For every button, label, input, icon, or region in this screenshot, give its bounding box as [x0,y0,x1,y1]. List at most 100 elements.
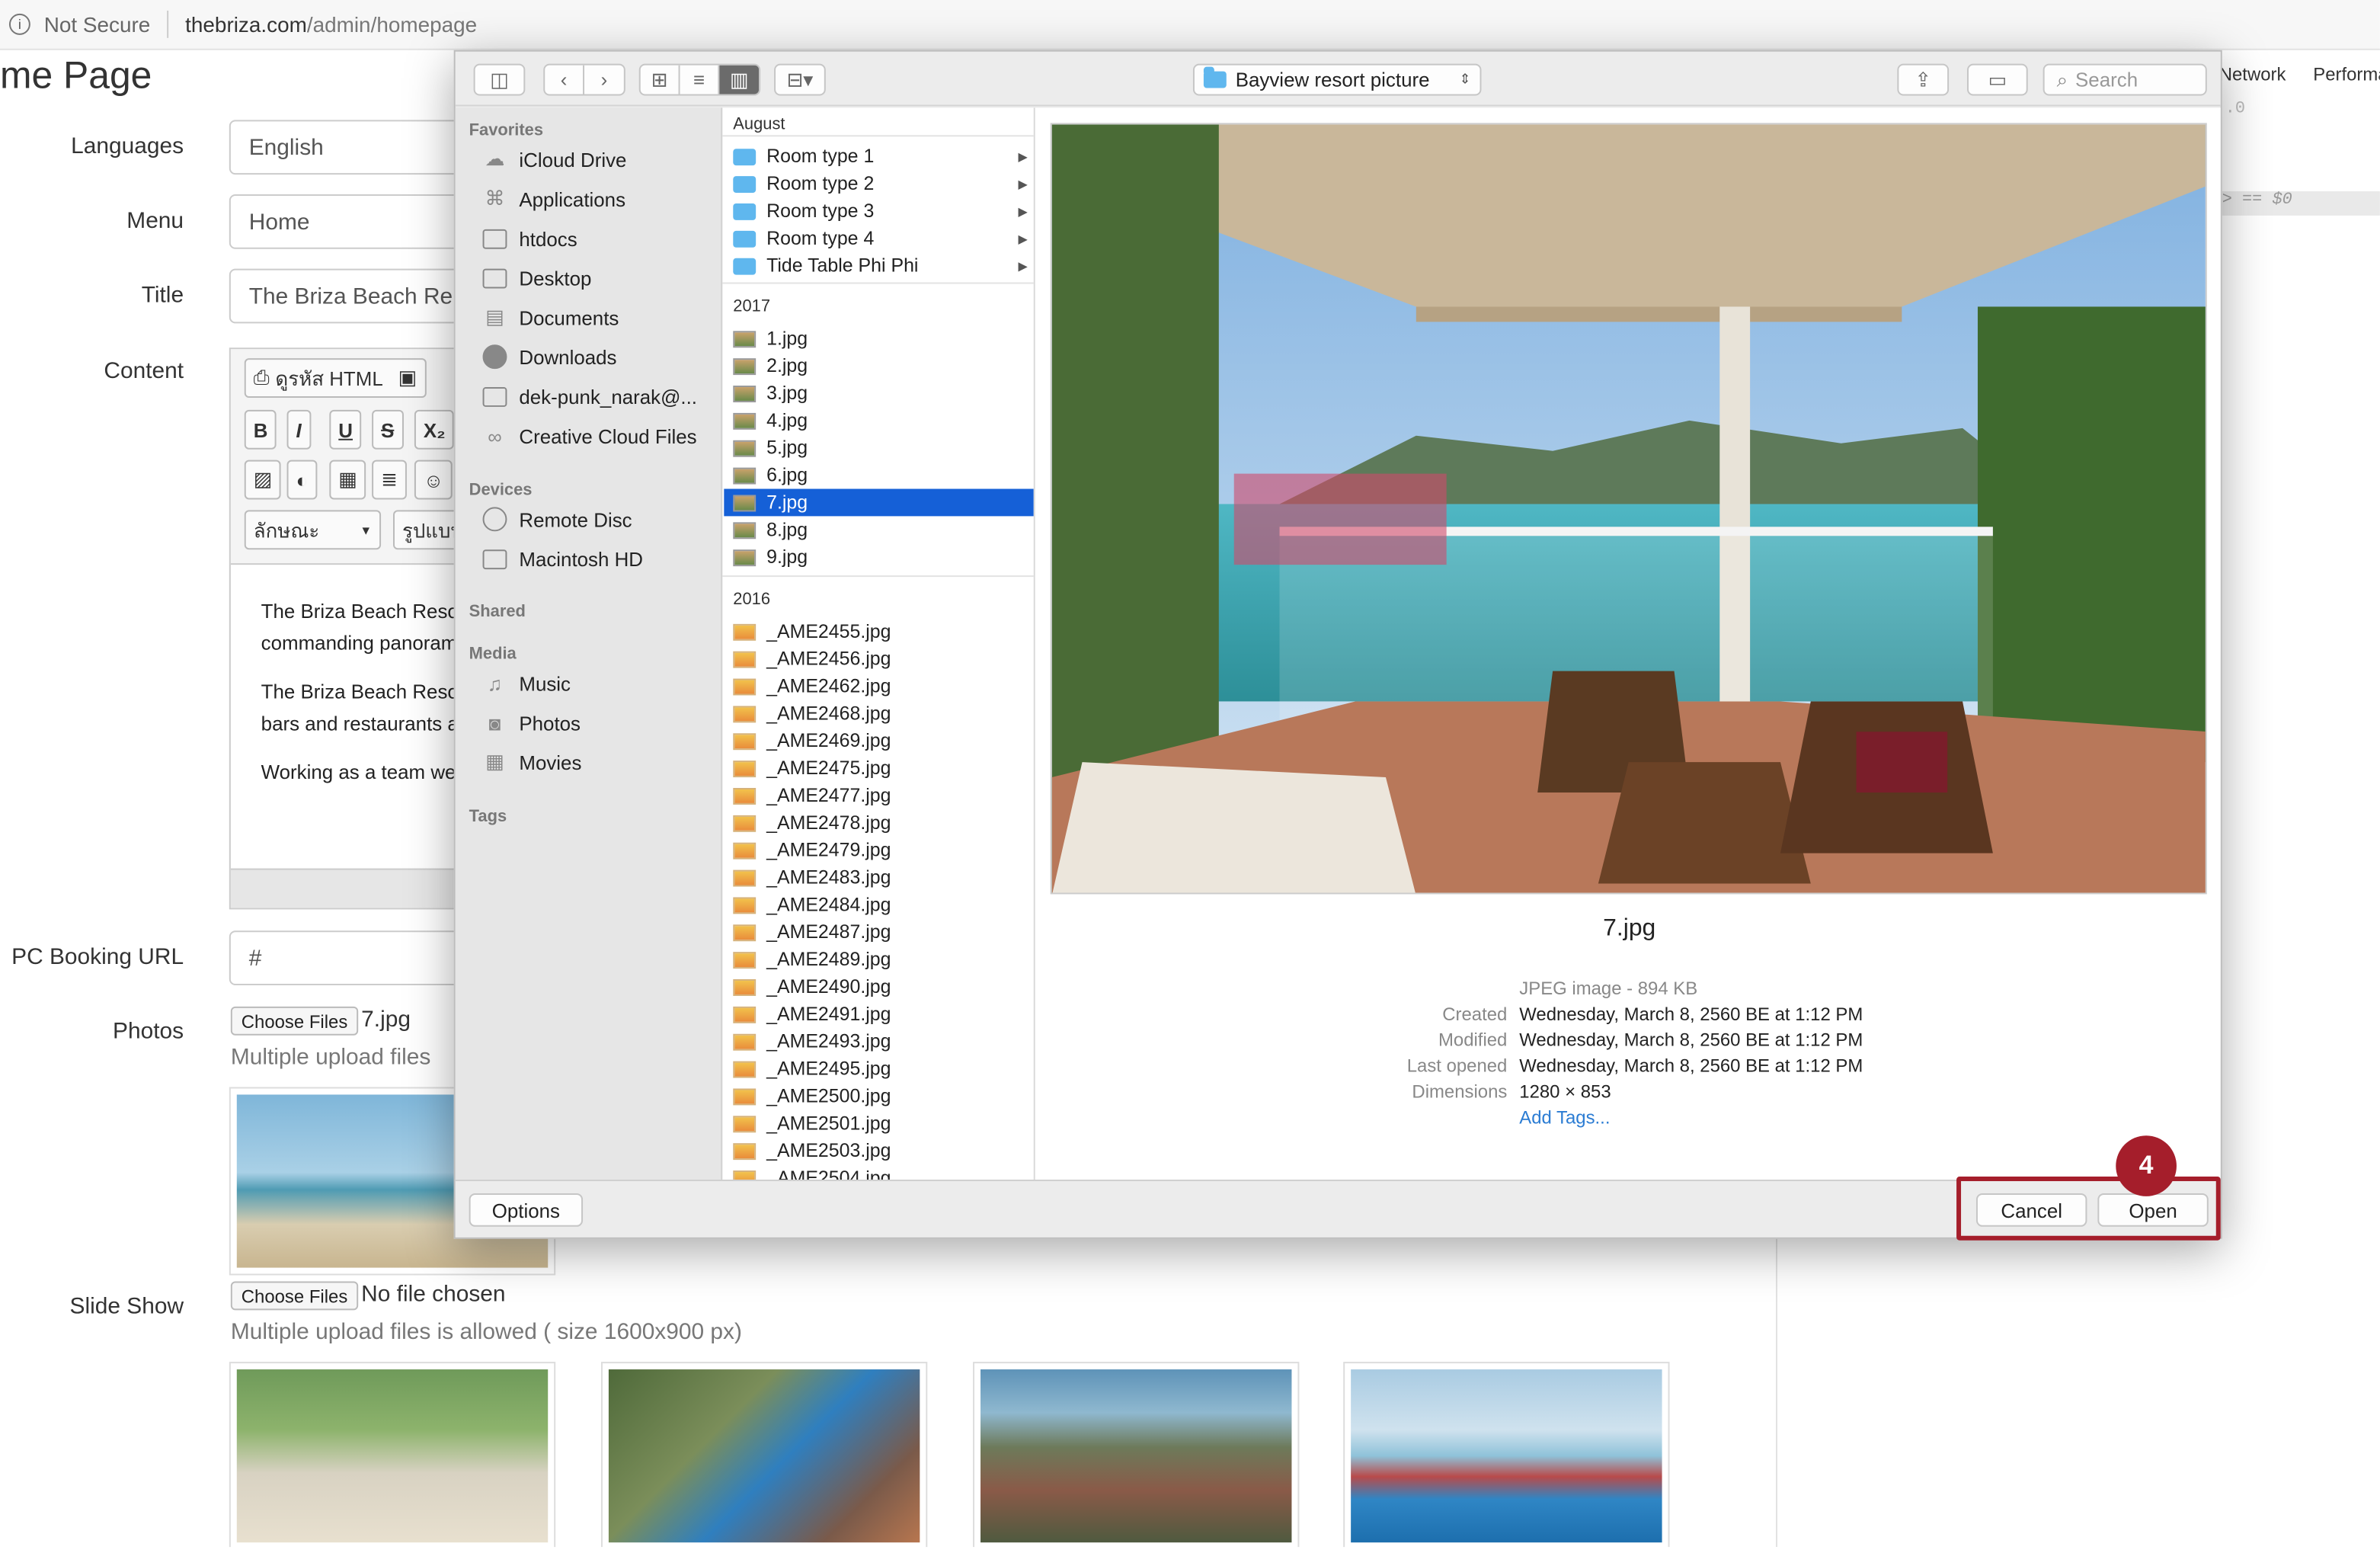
nav-buttons: ‹ › [543,63,625,96]
file-row[interactable]: 7.jpg [724,488,1034,517]
bold-button[interactable]: B [244,409,277,450]
column-view-icon[interactable]: ▥ [719,65,760,94]
file-row[interactable]: _AME2503.jpg [724,1137,1033,1164]
booking-url-input[interactable]: # [229,930,472,986]
file-row[interactable]: _AME2500.jpg [724,1083,1033,1110]
forward-icon[interactable]: › [584,66,624,94]
sidebar-item-downloads[interactable]: Downloads [481,340,617,373]
photos-choose-files-button[interactable]: Choose Files [230,1006,359,1036]
file-row[interactable]: _AME2489.jpg [724,946,1033,973]
editor-resize-bar[interactable] [230,868,471,908]
folder-row[interactable]: Room type 4 ▶ [724,225,1033,252]
add-tags-link[interactable]: Add Tags... [1519,1106,1610,1128]
file-row[interactable]: _AME2468.jpg [724,700,1033,727]
row-label: _AME2500.jpg [766,1085,891,1107]
underline-button[interactable]: U [329,409,362,450]
sidebar-item-user-folder[interactable]: dek-punk_narak@... [481,379,697,413]
file-row[interactable]: _AME2456.jpg [724,645,1033,673]
info-icon[interactable]: i [8,13,30,35]
style-select[interactable]: ลักษณะ ▼ [244,510,382,550]
file-row[interactable]: 3.jpg [724,379,1033,407]
title-input[interactable]: The Briza Beach Re [229,268,472,324]
file-row[interactable]: _AME2495.jpg [724,1055,1033,1083]
sidebar-item-desktop[interactable]: Desktop [481,261,591,295]
tab-performance[interactable]: Performa [2313,64,2380,85]
file-row[interactable]: _AME2478.jpg [724,809,1033,837]
slideshow-choose-files-button[interactable]: Choose Files [230,1281,359,1311]
table-icon[interactable]: ▦ [329,459,366,500]
file-row[interactable]: _AME2469.jpg [724,727,1033,754]
file-row[interactable]: _AME2477.jpg [724,782,1033,809]
arrange-icon[interactable]: ⊟▾ [774,63,826,96]
devtools-selected-node[interactable]: > == $0 [2218,191,2380,216]
editor-content[interactable]: The Briza Beach Reso commanding panoram T… [261,595,459,805]
sidebar-item-music[interactable]: ♫ Music [481,667,571,700]
sidebar-item-icloud[interactable]: ☁ iCloud Drive [481,142,627,176]
rich-text-editor[interactable]: ⎙ ดูรหัส HTML ▣ B I U S X₂ ▨ ◐ ▦ ≣ ☺ ลักษณ… [229,347,472,910]
sidebar-item-documents[interactable]: ▤ Documents [481,300,619,334]
hr-icon[interactable]: ≣ [372,459,407,500]
address-bar[interactable]: i Not Secure thebriza.com/admin/homepage [0,0,2380,50]
folder-row[interactable]: Tide Table Phi Phi ▶ [724,252,1033,280]
file-row[interactable]: 8.jpg [724,516,1033,543]
source-button[interactable]: ⎙ ดูรหัส HTML ▣ [244,358,427,398]
sidebar-item-applications[interactable]: ⌘ Applications [481,182,626,216]
sidebar-item-photos[interactable]: ◙ Photos [481,706,581,739]
options-button[interactable]: Options [469,1193,584,1227]
folder-row[interactable]: Room type 3 ▶ [724,197,1033,225]
file-row[interactable]: _AME2475.jpg [724,754,1033,782]
file-row[interactable]: 6.jpg [724,462,1033,489]
sidebar-toggle-icon[interactable]: ◫ [473,63,526,96]
url-text[interactable]: thebriza.com/admin/homepage [185,12,477,37]
file-row[interactable]: _AME2455.jpg [724,618,1033,645]
file-row[interactable]: _AME2491.jpg [724,1001,1033,1028]
last-opened-label: Last opened [1406,1055,1508,1077]
save-icon[interactable]: ▣ [398,366,417,390]
row-label: 5.jpg [766,437,808,459]
back-icon[interactable]: ‹ [545,65,585,94]
tab-network[interactable]: Network [2219,64,2286,85]
folder-row[interactable]: Room type 2 ▶ [724,170,1033,197]
italic-button[interactable]: I [286,409,311,450]
slide-thumbnail-1[interactable] [229,1362,556,1548]
file-row[interactable]: _AME2490.jpg [724,973,1033,1001]
flash-icon[interactable]: ◐ [286,459,318,500]
subscript-button[interactable]: X₂ [414,409,455,450]
location-select[interactable]: Bayview resort picture ⇕ [1192,63,1482,96]
sidebar-item-creative-cloud[interactable]: ∞ Creative Cloud Files [481,419,696,453]
list-view-icon[interactable]: ≡ [680,65,720,94]
file-row[interactable]: _AME2493.jpg [724,1028,1033,1055]
file-row[interactable]: _AME2504.jpg [724,1164,1033,1180]
sidebar-item-remote-disc[interactable]: Remote Disc [481,502,632,536]
file-row[interactable]: _AME2484.jpg [724,891,1033,918]
tag-icon[interactable]: ▭ [1967,63,2028,96]
file-row[interactable]: 1.jpg [724,325,1033,352]
icon-view-icon[interactable]: ⊞ [641,65,680,94]
image-icon[interactable]: ▨ [244,459,282,500]
slide-thumbnail-3[interactable] [973,1362,1300,1548]
file-row[interactable]: _AME2501.jpg [724,1110,1033,1137]
sidebar-item-macintosh-hd[interactable]: Macintosh HD [481,542,643,575]
sidebar-item-movies[interactable]: ▦ Movies [481,745,581,779]
search-field[interactable]: ⌕ Search [2043,63,2207,96]
file-row[interactable]: 5.jpg [724,434,1033,462]
file-row[interactable]: _AME2483.jpg [724,864,1033,892]
file-row[interactable]: 2.jpg [724,352,1033,379]
file-row[interactable]: _AME2479.jpg [724,837,1033,864]
file-row[interactable]: _AME2487.jpg [724,918,1033,946]
sidebar-item-htdocs[interactable]: htdocs [481,222,577,255]
share-icon[interactable]: ⇪ [1897,63,1950,96]
paragraph-3: Working as a team we [261,756,459,788]
menu-select[interactable]: Home [229,194,472,249]
smiley-icon[interactable]: ☺ [414,459,453,500]
file-row[interactable]: 4.jpg [724,407,1033,434]
languages-select[interactable]: English [229,120,472,175]
slide-thumbnail-2[interactable] [600,1362,928,1548]
strike-button[interactable]: S [372,409,404,450]
file-column[interactable]: August 2017 2016 Room type 1 ▶ Room type 2… [722,107,1035,1180]
file-row[interactable]: _AME2462.jpg [724,673,1033,700]
location-label: Bayview resort picture [1235,68,1430,91]
slide-thumbnail-4[interactable] [1343,1362,1670,1548]
folder-row[interactable]: Room type 1 ▶ [724,142,1033,170]
file-row[interactable]: 9.jpg [724,543,1033,571]
